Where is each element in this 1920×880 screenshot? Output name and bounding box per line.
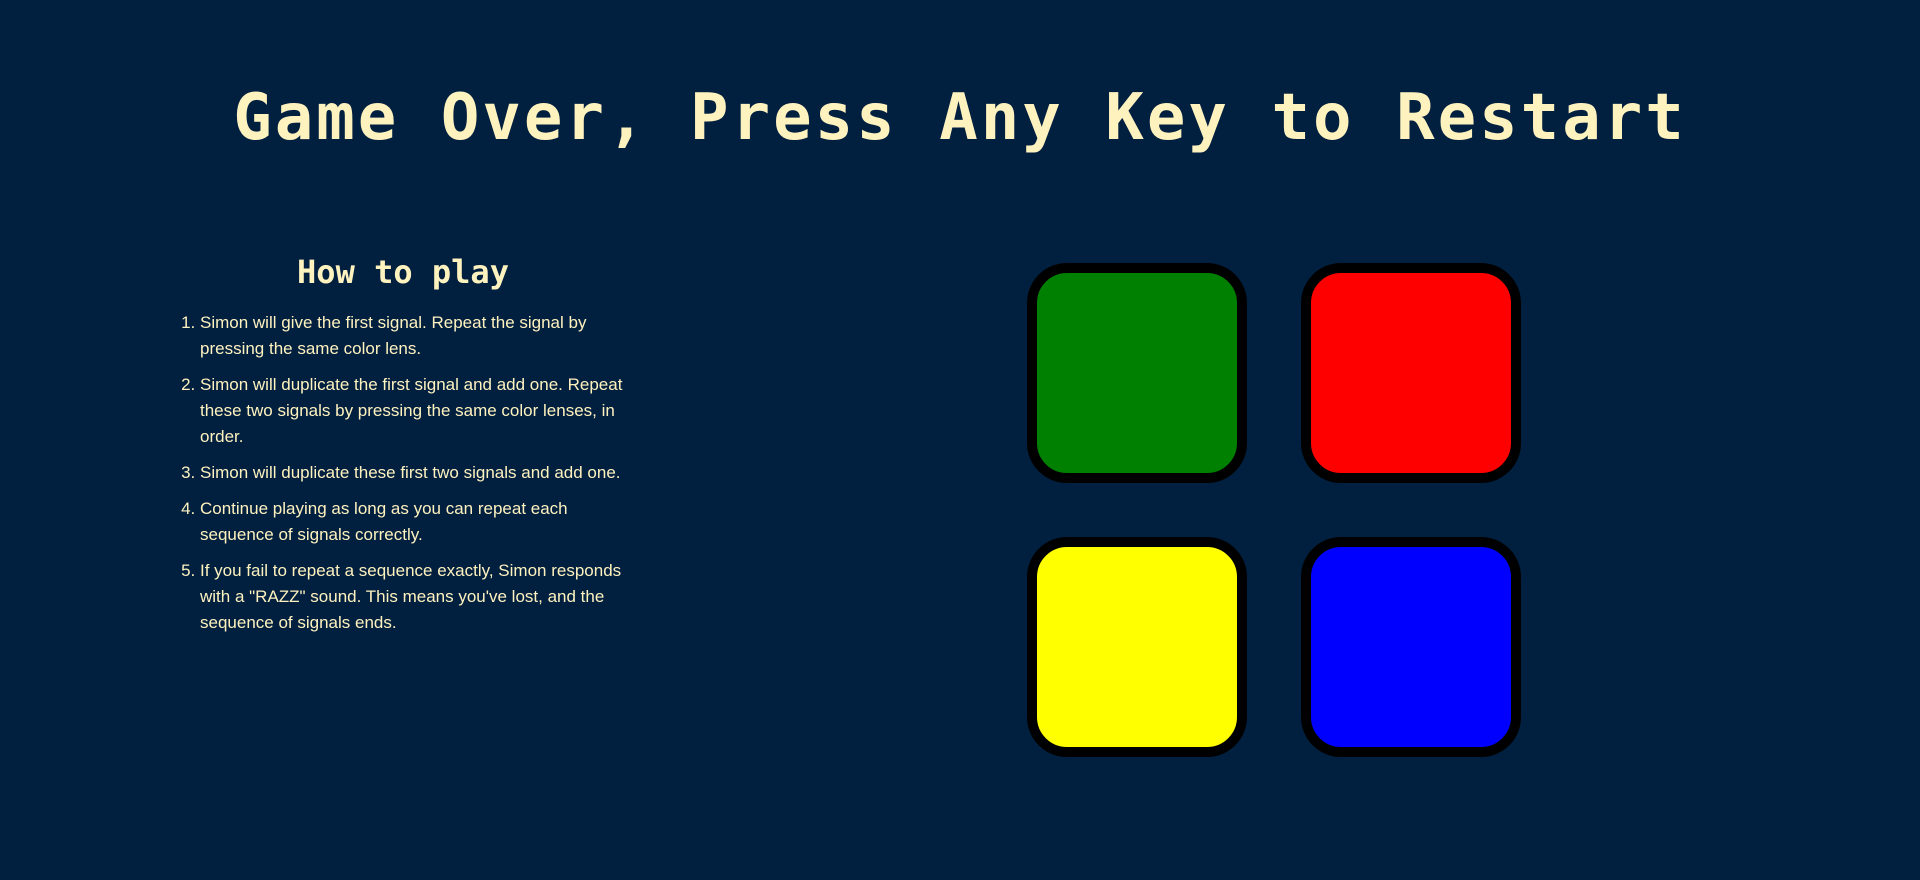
green-button[interactable] — [1027, 263, 1247, 483]
blue-button[interactable] — [1301, 537, 1521, 757]
game-title: Game Over, Press Any Key to Restart — [233, 81, 1687, 155]
instruction-step: Simon will duplicate the first signal an… — [200, 372, 628, 450]
yellow-button[interactable] — [1027, 537, 1247, 757]
instruction-step: If you fail to repeat a sequence exactly… — [200, 558, 628, 636]
instruction-step: Simon will duplicate these first two sig… — [200, 460, 628, 486]
red-button[interactable] — [1301, 263, 1521, 483]
instruction-step: Simon will give the first signal. Repeat… — [200, 310, 628, 362]
instruction-step: Continue playing as long as you can repe… — [200, 496, 628, 548]
instructions-list: Simon will give the first signal. Repeat… — [178, 310, 628, 636]
instructions-heading: How to play — [297, 253, 509, 291]
instructions-panel: How to play Simon will give the first si… — [178, 250, 628, 646]
